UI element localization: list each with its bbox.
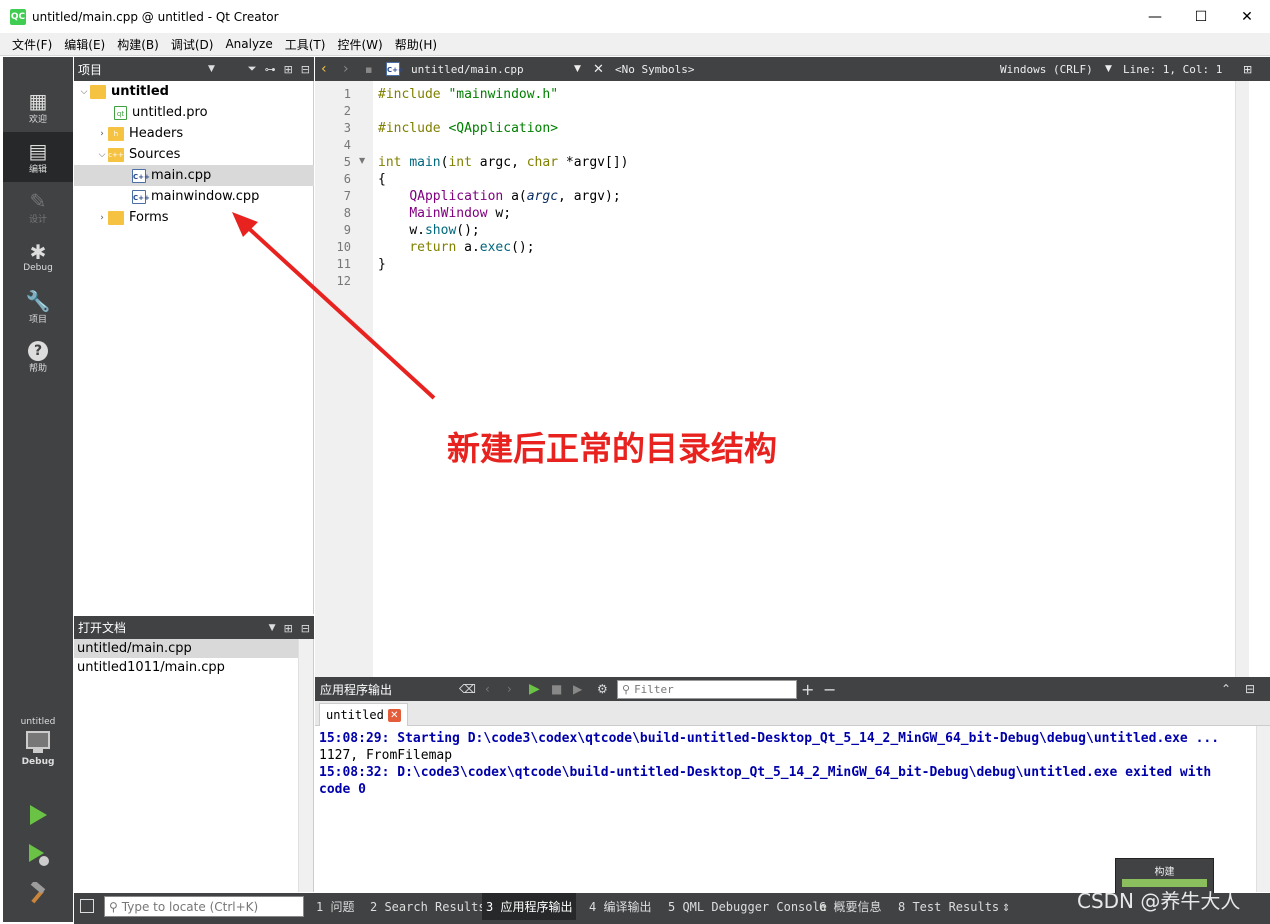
tab-search-results[interactable]: 2 Search Results	[366, 893, 490, 920]
rerun-icon[interactable]: ▶	[529, 681, 540, 697]
search-icon: ⚲	[622, 683, 631, 696]
gear-icon[interactable]: ⚙	[597, 682, 608, 696]
output-tab-untitled[interactable]: untitled ✕	[319, 703, 408, 726]
more-tabs-icon[interactable]: ⇕	[1002, 903, 1010, 914]
locator-placeholder: Type to locate (Ctrl+K)	[121, 899, 259, 914]
watermark: CSDN @养牛大人	[1077, 889, 1241, 913]
output-filter-input[interactable]: ⚲ Filter	[617, 680, 797, 699]
close-tab-icon[interactable]: ✕	[387, 708, 401, 722]
add-icon[interactable]: +	[801, 680, 814, 699]
annotation-label: 新建后正常的目录结构	[447, 429, 777, 468]
close-pane-icon[interactable]: ⊟	[1245, 682, 1255, 696]
output-pane-title: 应用程序输出	[320, 682, 393, 697]
tab-test-results[interactable]: 8 Test Results	[894, 893, 1003, 920]
filter-placeholder: Filter	[634, 683, 674, 696]
search-icon: ⚲	[109, 899, 118, 914]
scrollbar[interactable]	[1256, 726, 1270, 892]
tab-compile-output[interactable]: 4 编译输出	[585, 893, 655, 920]
toggle-sidebar-icon[interactable]	[80, 899, 94, 913]
tab-general-messages[interactable]: 6 概要信息	[815, 893, 885, 920]
build-progress-label: 构建	[1154, 867, 1175, 878]
output-tabs: untitled ✕	[315, 701, 1270, 726]
output-tab-label: untitled	[326, 708, 384, 722]
output-line: 1127, FromFilemap	[319, 748, 453, 763]
clean-icon[interactable]: ⌫	[459, 682, 476, 696]
stop-icon[interactable]: ■	[551, 682, 562, 696]
remove-icon[interactable]: −	[823, 680, 836, 699]
locator-input[interactable]: ⚲ Type to locate (Ctrl+K)	[104, 896, 304, 917]
next-icon[interactable]: ›	[507, 682, 512, 696]
tab-issues[interactable]: 1 问题	[312, 893, 358, 920]
output-line: code 0	[319, 782, 366, 797]
maximize-pane-icon[interactable]: ⌃	[1221, 682, 1231, 696]
output-line: 15:08:29: Starting D:\code3\codex\qtcode…	[319, 731, 1220, 746]
attach-debugger-icon[interactable]: ▶	[573, 682, 582, 696]
output-line: 15:08:32: D:\code3\codex\qtcode\build-un…	[319, 765, 1212, 780]
tab-application-output[interactable]: 3 应用程序输出	[482, 893, 577, 920]
tab-qml-debugger-console[interactable]: 5 QML Debugger Console	[664, 893, 831, 920]
prev-icon[interactable]: ‹	[485, 682, 490, 696]
